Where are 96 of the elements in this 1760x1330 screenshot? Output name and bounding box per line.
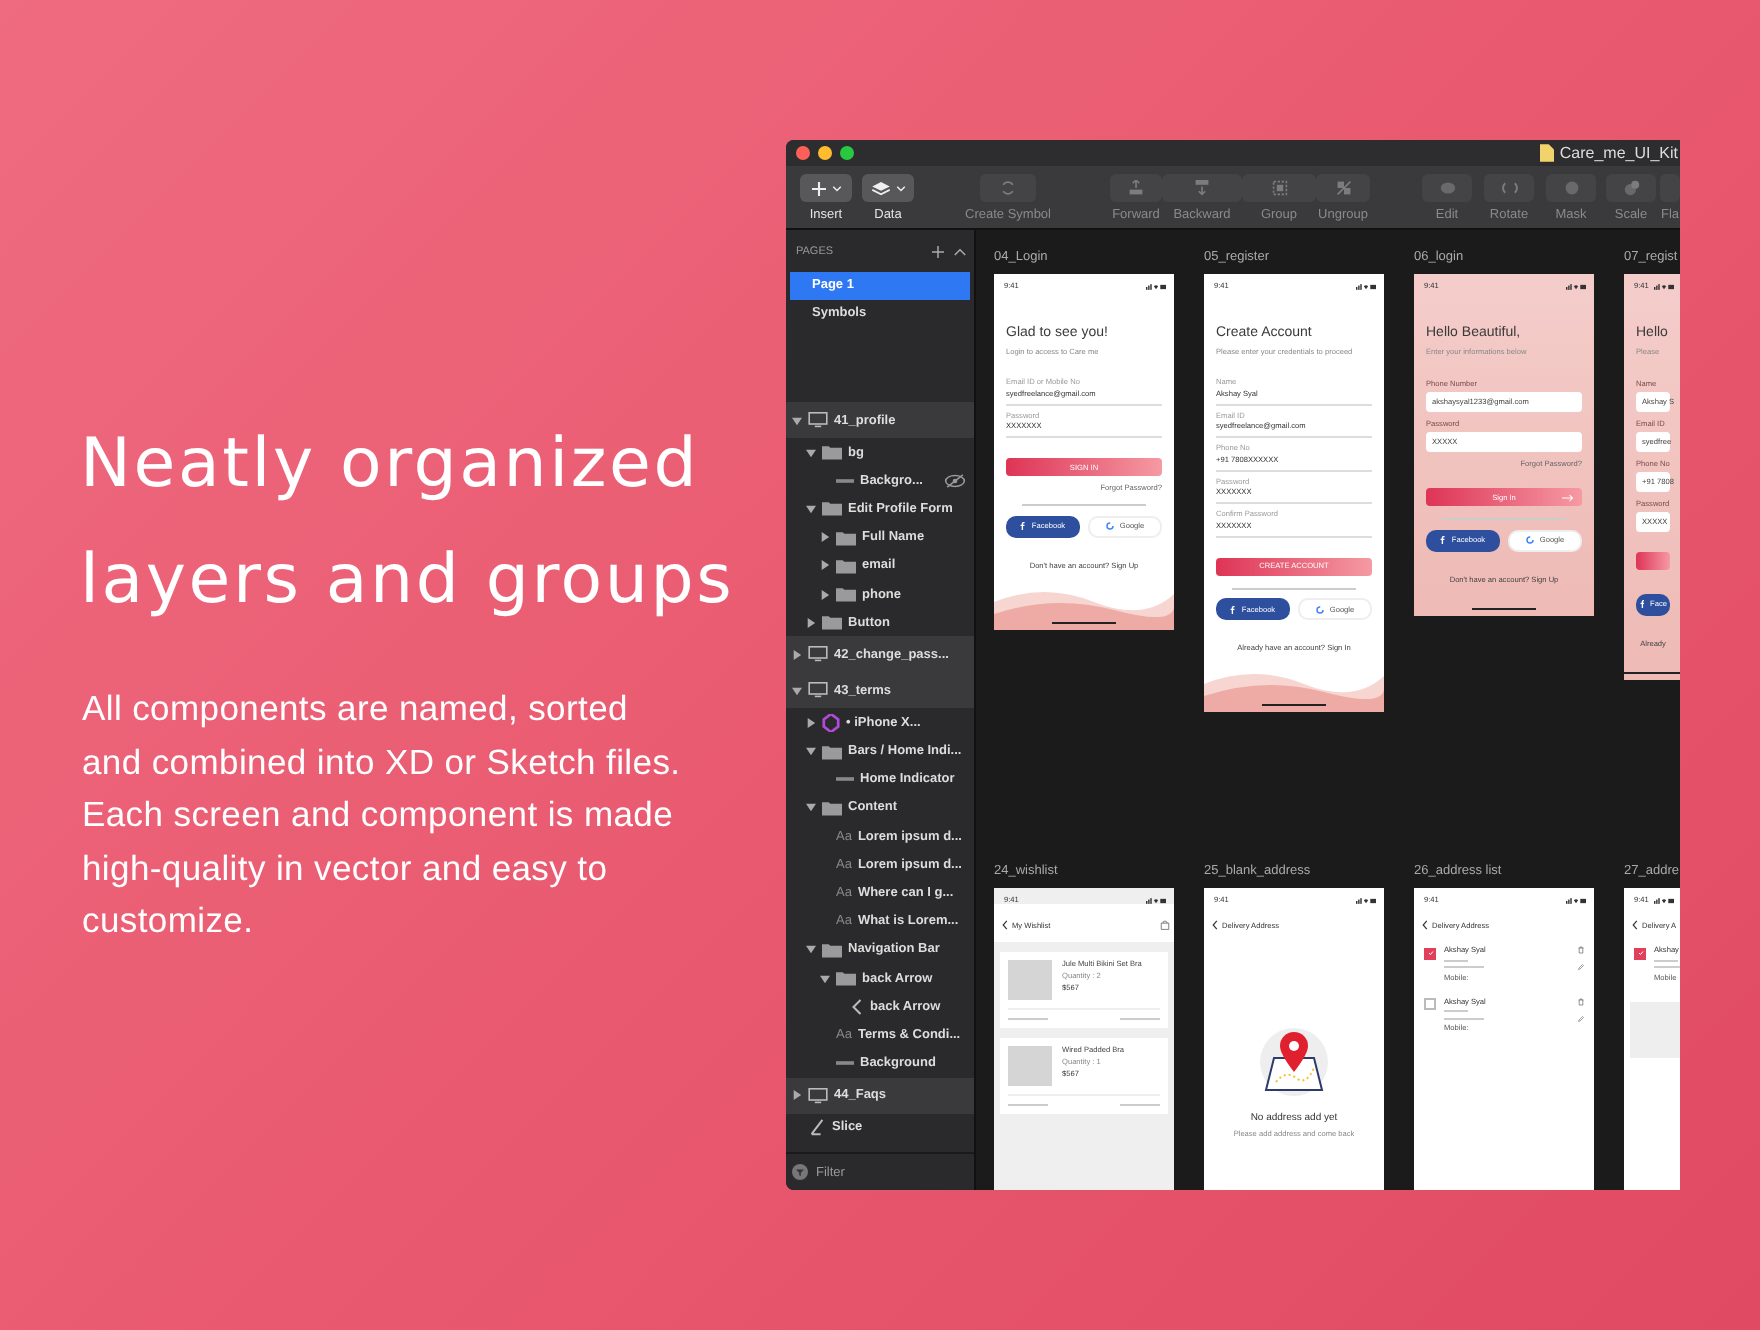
send-backward-icon [1194, 180, 1210, 196]
status-icons [1566, 897, 1586, 903]
monitor-icon [808, 646, 828, 663]
disclosure-triangle-icon[interactable] [792, 649, 802, 660]
back-chevron-icon[interactable] [1422, 920, 1428, 930]
g-logo-icon [1315, 605, 1324, 613]
disclosure-triangle-icon[interactable] [806, 617, 816, 628]
placeholder-line [1444, 1010, 1468, 1012]
back-chevron-icon[interactable] [1212, 920, 1218, 930]
placeholder-line [1008, 1104, 1048, 1106]
scale-icon [1623, 180, 1639, 196]
folder-icon [822, 799, 842, 816]
toolbar-button[interactable] [800, 174, 852, 202]
f-logo-icon [1440, 536, 1446, 544]
plus-icon[interactable] [932, 246, 944, 258]
disclosure-triangle-icon[interactable] [806, 717, 816, 728]
f-logo-icon [1230, 605, 1236, 613]
folder-icon [822, 444, 842, 461]
placeholder-line [1444, 966, 1484, 968]
circular-arrows-icon [1000, 180, 1016, 196]
back-chevron-icon[interactable] [1002, 920, 1008, 930]
placeholder-line [1444, 1017, 1484, 1019]
window-title: Care_me_UI_Kit [1559, 144, 1678, 162]
disclosure-triangle-icon[interactable] [806, 746, 816, 757]
address-checkbox[interactable] [1424, 947, 1436, 959]
home-indicator [1262, 704, 1326, 706]
group-icon [1271, 180, 1287, 196]
document-icon [1539, 144, 1554, 162]
status-icons [1356, 897, 1376, 903]
plus-icon [811, 181, 825, 195]
disclosure-triangle-icon[interactable] [820, 560, 830, 571]
disclosure-triangle-icon[interactable] [806, 503, 816, 514]
disclosure-triangle-icon[interactable] [806, 802, 816, 813]
collapse-chevron-icon[interactable] [954, 248, 966, 256]
status-icons [1566, 283, 1586, 289]
disclosure-triangle-icon[interactable] [820, 973, 830, 984]
window-control[interactable] [818, 146, 832, 160]
f-logo-icon [1639, 600, 1645, 608]
symbol-icon [822, 713, 840, 732]
disclosure-triangle-icon[interactable] [792, 1090, 802, 1101]
shape-edit-icon [1439, 180, 1455, 196]
headline: Neatly organized layers and groups [80, 422, 737, 624]
status-icons [1146, 897, 1166, 903]
caret-icon [895, 185, 905, 191]
disclosure-triangle-icon[interactable] [792, 415, 802, 425]
ungroup-icon [1335, 180, 1351, 196]
monitor-icon [808, 682, 828, 699]
bring-forward-icon [1128, 180, 1144, 196]
folder-icon [822, 743, 842, 760]
mask-icon [1563, 180, 1579, 196]
slice-icon [808, 1118, 826, 1137]
placeholder-line [1120, 1018, 1160, 1020]
chevron-left-icon [850, 997, 864, 1016]
disclosure-triangle-icon[interactable] [806, 447, 816, 458]
line-shape-icon [836, 776, 854, 783]
placeholder-line [1008, 1018, 1048, 1020]
window-control[interactable] [840, 146, 854, 160]
card-placeholder [1630, 1001, 1680, 1057]
disclosure-triangle-icon[interactable] [820, 589, 830, 600]
placeholder-line [1654, 959, 1678, 961]
monitor-icon [808, 412, 828, 428]
map-pin-drawing [1254, 1026, 1334, 1098]
filter-icon [792, 1164, 808, 1180]
eye-slash-icon[interactable] [944, 473, 966, 488]
photo-placeholder [1008, 1046, 1052, 1086]
trash-icon[interactable] [1578, 997, 1584, 1005]
toolbar-button[interactable] [862, 174, 914, 202]
line-shape-icon [836, 1060, 854, 1067]
disclosure-triangle-icon[interactable] [792, 685, 802, 696]
address-checkbox[interactable] [1634, 947, 1646, 959]
caret-icon [831, 185, 841, 191]
line-shape-icon [836, 477, 854, 484]
description-paragraph: All components are named, sorted and combined into XD or Sketch files. Each screen and component is made high-quality in vector and easy to customize. [82, 686, 683, 944]
layers-icon [871, 181, 889, 195]
rotate-icon [1501, 180, 1517, 196]
status-icons [1356, 283, 1376, 289]
arrow-right-icon [1562, 493, 1574, 501]
monitor-icon [808, 1087, 828, 1104]
back-chevron-icon[interactable] [1632, 920, 1638, 930]
placeholder-line [1444, 959, 1468, 961]
status-icons [1654, 897, 1674, 903]
bag-icon[interactable] [1160, 920, 1170, 930]
window-control[interactable] [796, 146, 810, 160]
disclosure-triangle-icon[interactable] [820, 532, 830, 543]
disclosure-triangle-icon[interactable] [806, 944, 816, 955]
home-indicator [1052, 621, 1116, 623]
status-icons [1654, 283, 1674, 289]
placeholder-line [1120, 1104, 1160, 1106]
status-icons [1146, 283, 1166, 289]
f-logo-icon [1020, 522, 1026, 530]
trash-icon[interactable] [1578, 946, 1584, 954]
g-logo-icon [1525, 536, 1534, 544]
address-checkbox[interactable] [1424, 998, 1436, 1010]
photo-placeholder [1008, 960, 1052, 1000]
g-logo-icon [1105, 522, 1114, 530]
home-indicator [1472, 607, 1536, 609]
